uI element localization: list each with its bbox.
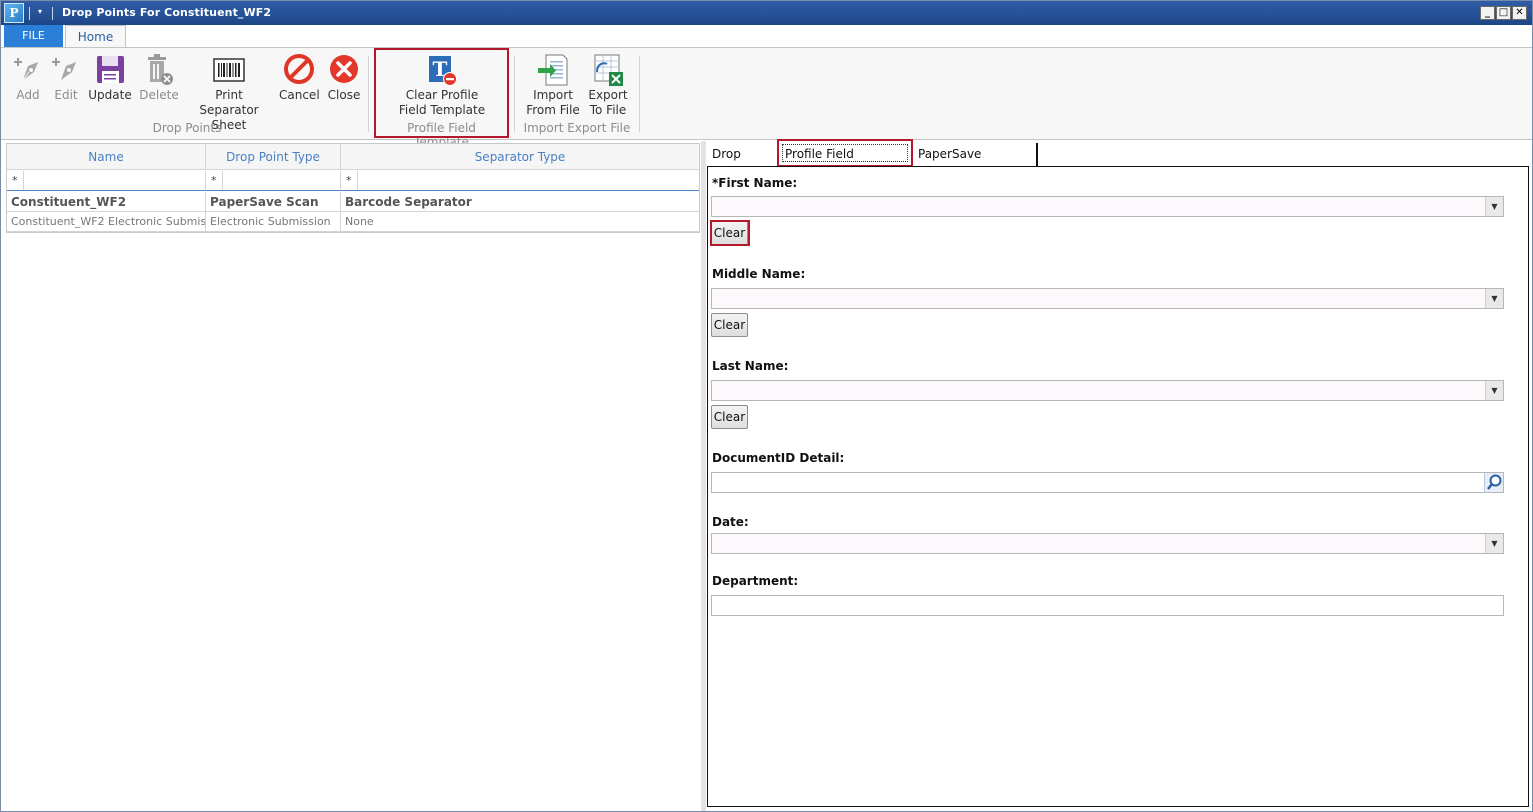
close-label: Close	[327, 88, 361, 102]
tab-drop-point[interactable]: Drop Point	[707, 143, 777, 183]
window-title: Drop Points For Constituent_WF2	[62, 6, 272, 19]
filter-input[interactable]	[222, 171, 340, 190]
print-separator-label-line1: Print Separator	[199, 88, 259, 117]
table-row-1-separator[interactable]: Barcode Separator	[341, 192, 699, 212]
tab-file[interactable]: FILE	[4, 25, 63, 47]
export-to-file-button[interactable]: Export To File	[586, 52, 630, 118]
chevron-down-icon[interactable]: ▼	[1485, 534, 1503, 553]
maximize-button[interactable]: □	[1496, 6, 1511, 20]
cancel-button[interactable]: Cancel	[279, 52, 320, 103]
filter-star: *	[12, 174, 18, 187]
last-name-dropdown[interactable]: ▼	[711, 380, 1504, 401]
department-label: Department:	[712, 574, 799, 588]
profile-field-template-panel: *First Name: ▼ Clear Middle Name: ▼ Clea…	[707, 166, 1529, 807]
filter-cell-separator-type[interactable]: *	[341, 171, 699, 191]
cancel-prohibit-icon	[284, 54, 314, 84]
trash-delete-icon	[148, 54, 173, 85]
update-label: Update	[88, 88, 132, 102]
chevron-down-icon[interactable]: ▼	[1485, 197, 1503, 216]
filter-cell-drop-point-type[interactable]: *	[206, 171, 341, 191]
close-button[interactable]: Close	[325, 52, 363, 103]
ribbon-separator	[639, 56, 640, 132]
table-row-1-name[interactable]: Constituent_WF2	[7, 192, 206, 212]
import-label-line1: Import	[533, 88, 573, 102]
title-separator	[29, 7, 30, 20]
filter-star: *	[211, 174, 217, 187]
department-input[interactable]	[711, 595, 1504, 616]
tab-home[interactable]: Home	[65, 25, 126, 49]
close-window-button[interactable]: ✕	[1512, 6, 1527, 20]
first-name-clear-highlight	[710, 220, 750, 246]
export-label-line1: Export	[588, 88, 628, 102]
middle-name-label: Middle Name:	[712, 267, 806, 281]
add-label: Add	[16, 88, 40, 102]
date-picker[interactable]: ▼	[711, 533, 1504, 554]
drop-points-group-label: Drop Points	[152, 121, 222, 135]
table-row-2-type[interactable]: Electronic Submission	[206, 212, 341, 232]
add-pen-icon	[14, 58, 38, 81]
import-label-line2: From File	[526, 103, 580, 117]
first-name-dropdown[interactable]: ▼	[711, 196, 1504, 217]
drop-points-grid: Name Drop Point Type Separator Type * * …	[6, 143, 700, 233]
delete-label: Delete	[139, 88, 179, 102]
close-x-circle-icon	[330, 55, 358, 83]
export-excel-icon	[594, 54, 623, 86]
tab-profile-field-template[interactable]: Profile Field Template	[777, 139, 913, 179]
import-export-group-label: Import Export File	[523, 121, 631, 135]
table-row-2-separator[interactable]: None	[341, 212, 699, 232]
last-name-label: Last Name:	[712, 359, 789, 373]
column-header-separator-type[interactable]: Separator Type	[341, 144, 699, 170]
barcode-icon	[213, 58, 245, 82]
papersave-logo-icon[interactable]: P	[4, 3, 24, 23]
filter-input[interactable]	[357, 171, 699, 190]
application-window: P ▾ Drop Points For Constituent_WF2 _ □ …	[0, 0, 1533, 812]
document-id-detail-label: DocumentID Detail:	[712, 451, 845, 465]
column-header-drop-point-type[interactable]: Drop Point Type	[206, 144, 341, 170]
ribbon-tab-row: FILE Home	[1, 25, 1532, 49]
floppy-save-icon	[97, 56, 124, 83]
table-row-2-name[interactable]: Constituent_WF2 Electronic Submissi...	[7, 212, 206, 232]
panel-splitter[interactable]	[701, 141, 706, 811]
cancel-label: Cancel	[279, 88, 320, 102]
title-separator	[52, 7, 53, 20]
ribbon-separator	[514, 56, 515, 132]
export-label-line2: To File	[589, 103, 627, 117]
add-button[interactable]: Add	[10, 52, 46, 103]
update-button[interactable]: Update	[88, 52, 132, 103]
column-header-name[interactable]: Name	[7, 144, 206, 170]
clear-template-highlight	[374, 48, 509, 138]
ribbon-separator	[368, 56, 369, 132]
edit-button[interactable]: Edit	[48, 52, 84, 103]
minimize-button[interactable]: _	[1480, 6, 1495, 20]
import-file-icon	[538, 54, 568, 86]
date-label: Date:	[712, 515, 749, 529]
edit-pen-icon	[52, 58, 76, 80]
filter-input[interactable]	[23, 171, 205, 190]
document-id-detail-input[interactable]	[711, 472, 1504, 493]
edit-label: Edit	[54, 88, 78, 102]
last-name-clear-button[interactable]: Clear	[711, 405, 748, 429]
quick-access-menu-icon[interactable]: ▾	[34, 5, 46, 19]
search-icon[interactable]	[1484, 473, 1503, 492]
ribbon: Add Edit Update Delete Print Separator S…	[1, 47, 1532, 149]
table-row-1-type[interactable]: PaperSave Scan	[206, 192, 341, 212]
chevron-down-icon[interactable]: ▼	[1485, 381, 1503, 400]
delete-button[interactable]: Delete	[138, 52, 180, 103]
filter-cell-name[interactable]: *	[7, 171, 206, 191]
chevron-down-icon[interactable]: ▼	[1485, 289, 1503, 308]
import-from-file-button[interactable]: Import From File	[525, 52, 581, 118]
filter-star: *	[346, 174, 352, 187]
title-bar: P ▾ Drop Points For Constituent_WF2 _ □ …	[1, 1, 1532, 25]
tab-profile-field-template-label: Profile Field Template	[782, 144, 908, 179]
middle-name-clear-button[interactable]: Clear	[711, 313, 748, 337]
middle-name-dropdown[interactable]: ▼	[711, 288, 1504, 309]
tab-papersave-extension[interactable]: PaperSave Extension	[913, 143, 1038, 183]
first-name-label: *First Name:	[712, 176, 798, 190]
